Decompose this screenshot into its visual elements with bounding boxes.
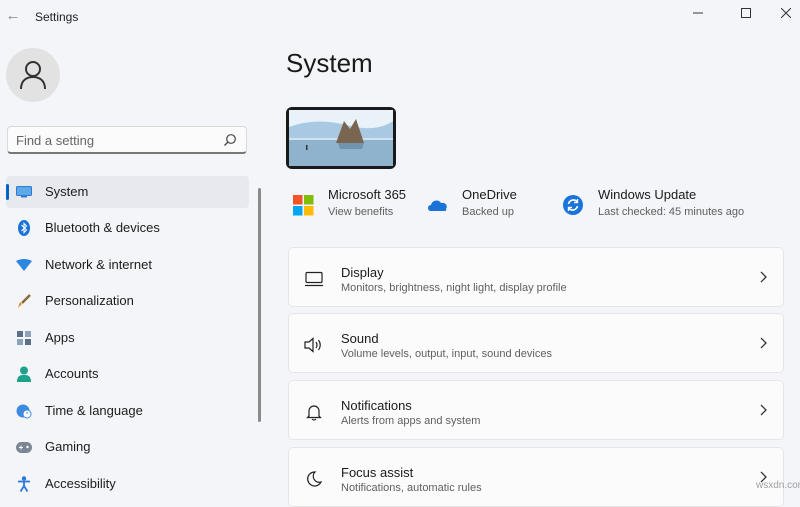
chevron-right-icon (760, 337, 767, 349)
shortcut-onedrive[interactable]: OneDrive Backed up (426, 186, 546, 226)
cloud-icon (428, 200, 447, 211)
minimize-icon[interactable] (686, 3, 710, 23)
sidebar-scrollbar[interactable] (258, 188, 261, 422)
sidebar-item-label: Apps (45, 330, 75, 345)
person-icon (20, 61, 46, 90)
shortcut-title: OneDrive (462, 187, 517, 202)
moon-icon (303, 468, 325, 490)
sidebar-item-personalization[interactable]: Personalization (6, 285, 249, 317)
accessibility-icon (15, 476, 33, 492)
globe-clock-icon (15, 403, 33, 419)
sidebar-item-label: Network & internet (45, 257, 152, 272)
shortcut-subtitle: View benefits (328, 206, 394, 218)
microsoft-logo-icon (293, 195, 314, 216)
sidebar-item-label: Accounts (45, 366, 99, 381)
sidebar-item-label: Gaming (45, 439, 91, 454)
title-bar: ← Settings (0, 0, 800, 34)
update-icon (563, 195, 583, 215)
settings-card-sound[interactable]: Sound Volume levels, output, input, soun… (288, 313, 784, 373)
bell-icon (303, 401, 325, 423)
search-icon[interactable] (223, 133, 237, 147)
close-icon[interactable] (774, 3, 798, 23)
sidebar-item-network[interactable]: Network & internet (6, 249, 249, 281)
sidebar-item-apps[interactable]: Apps (6, 322, 249, 354)
bluetooth-icon (15, 220, 33, 236)
card-subtitle: Notifications, automatic rules (341, 482, 482, 494)
card-subtitle: Volume levels, output, input, sound devi… (341, 348, 552, 360)
shortcut-title: Windows Update (598, 187, 697, 202)
display-icon (303, 268, 325, 290)
wifi-icon (15, 257, 33, 273)
watermark: wsxdn.com (756, 480, 800, 491)
shortcut-windows-update[interactable]: Windows Update Last checked: 45 minutes … (562, 186, 762, 226)
settings-card-focus-assist[interactable]: Focus assist Notifications, automatic ru… (288, 447, 784, 507)
avatar[interactable] (6, 48, 60, 102)
card-title: Sound (341, 331, 379, 346)
sidebar-item-time-language[interactable]: Time & language (6, 395, 249, 427)
shortcut-microsoft-365[interactable]: Microsoft 365 View benefits (292, 186, 422, 226)
shortcut-title: Microsoft 365 (328, 187, 407, 202)
card-title: Display (341, 265, 384, 280)
back-arrow-icon[interactable]: ← (4, 7, 22, 25)
shortcut-subtitle: Backed up (462, 206, 514, 218)
brush-icon (15, 293, 33, 309)
shortcut-subtitle: Last checked: 45 minutes ago (598, 206, 745, 218)
maximize-icon[interactable] (734, 3, 758, 23)
chevron-right-icon (760, 404, 767, 416)
app-title: Settings (35, 10, 79, 24)
sidebar-item-label: Bluetooth & devices (45, 220, 160, 235)
sidebar-item-bluetooth[interactable]: Bluetooth & devices (6, 212, 249, 244)
sidebar-item-system[interactable]: System (6, 176, 249, 208)
sidebar-item-gaming[interactable]: Gaming (6, 431, 249, 463)
active-indicator (6, 184, 9, 200)
settings-card-display[interactable]: Display Monitors, brightness, night ligh… (288, 247, 784, 307)
monitor-icon (15, 184, 33, 200)
sidebar-item-accessibility[interactable]: Accessibility (6, 468, 249, 500)
sidebar-item-label: System (45, 184, 89, 199)
chevron-right-icon (760, 271, 767, 283)
settings-card-notifications[interactable]: Notifications Alerts from apps and syste… (288, 380, 784, 440)
speaker-icon (303, 334, 325, 356)
sidebar-item-label: Personalization (45, 293, 134, 308)
sidebar-item-accounts[interactable]: Accounts (6, 358, 249, 390)
desktop-preview-image[interactable] (286, 107, 396, 169)
card-subtitle: Monitors, brightness, night light, displ… (341, 282, 567, 294)
card-subtitle: Alerts from apps and system (341, 415, 481, 427)
search-box[interactable] (7, 126, 247, 154)
sidebar-item-label: Accessibility (45, 476, 116, 491)
sidebar-item-label: Time & language (45, 403, 143, 418)
search-input[interactable] (16, 131, 216, 149)
person-icon (15, 366, 33, 382)
card-title: Focus assist (341, 465, 414, 480)
gamepad-icon (15, 439, 33, 455)
apps-icon (15, 330, 33, 346)
card-title: Notifications (341, 398, 412, 413)
page-title: System (286, 48, 373, 78)
